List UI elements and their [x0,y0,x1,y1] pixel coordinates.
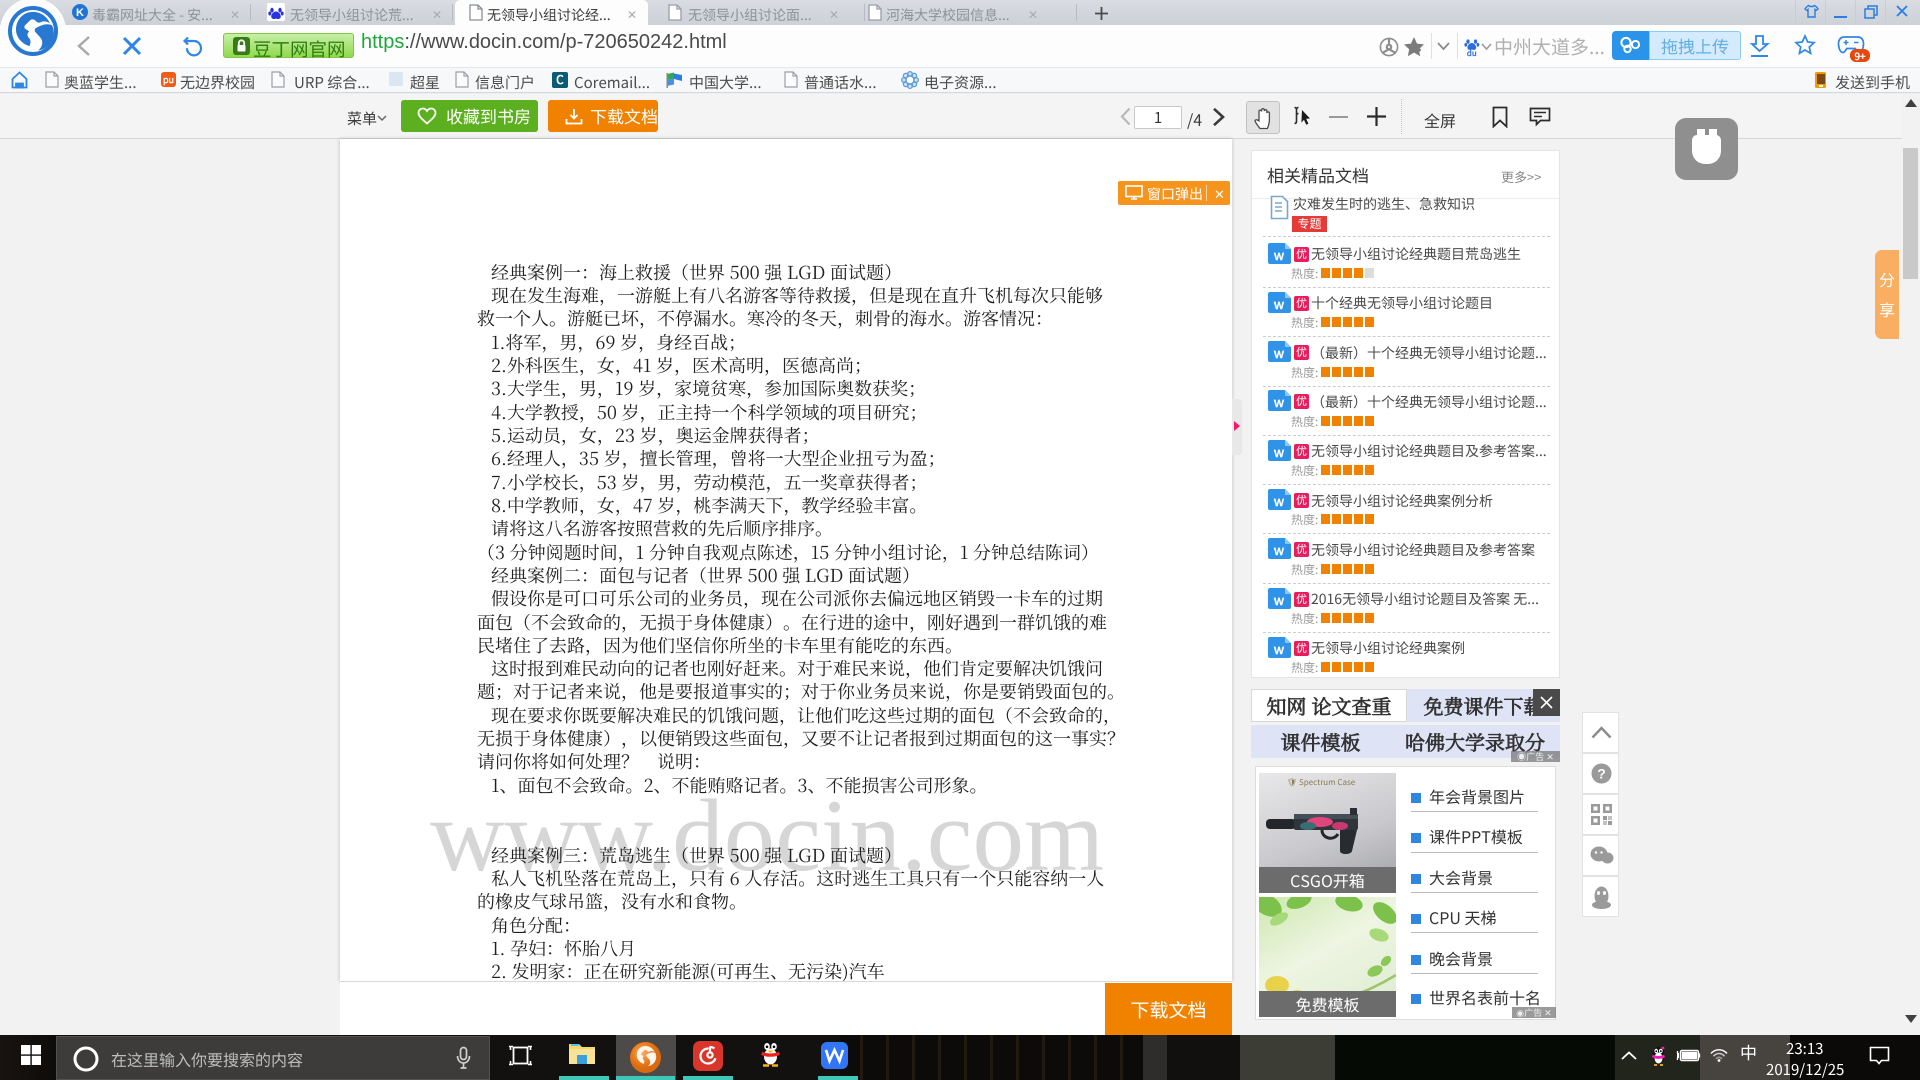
svg-text:w: w [1274,442,1285,461]
svg-text:w: w [1274,590,1285,609]
svg-text:w: w [1274,343,1285,362]
svg-text:w: w [1274,491,1285,510]
svg-text:du: du [1467,48,1477,57]
svg-text:w: w [1274,392,1285,411]
svg-text:w: w [1274,294,1285,313]
svg-text:K: K [76,4,84,20]
svg-text:w: w [1274,639,1285,658]
svg-text:w: w [1274,540,1285,559]
svg-text:?: ? [1597,764,1606,784]
svg-text:w: w [1274,245,1285,264]
